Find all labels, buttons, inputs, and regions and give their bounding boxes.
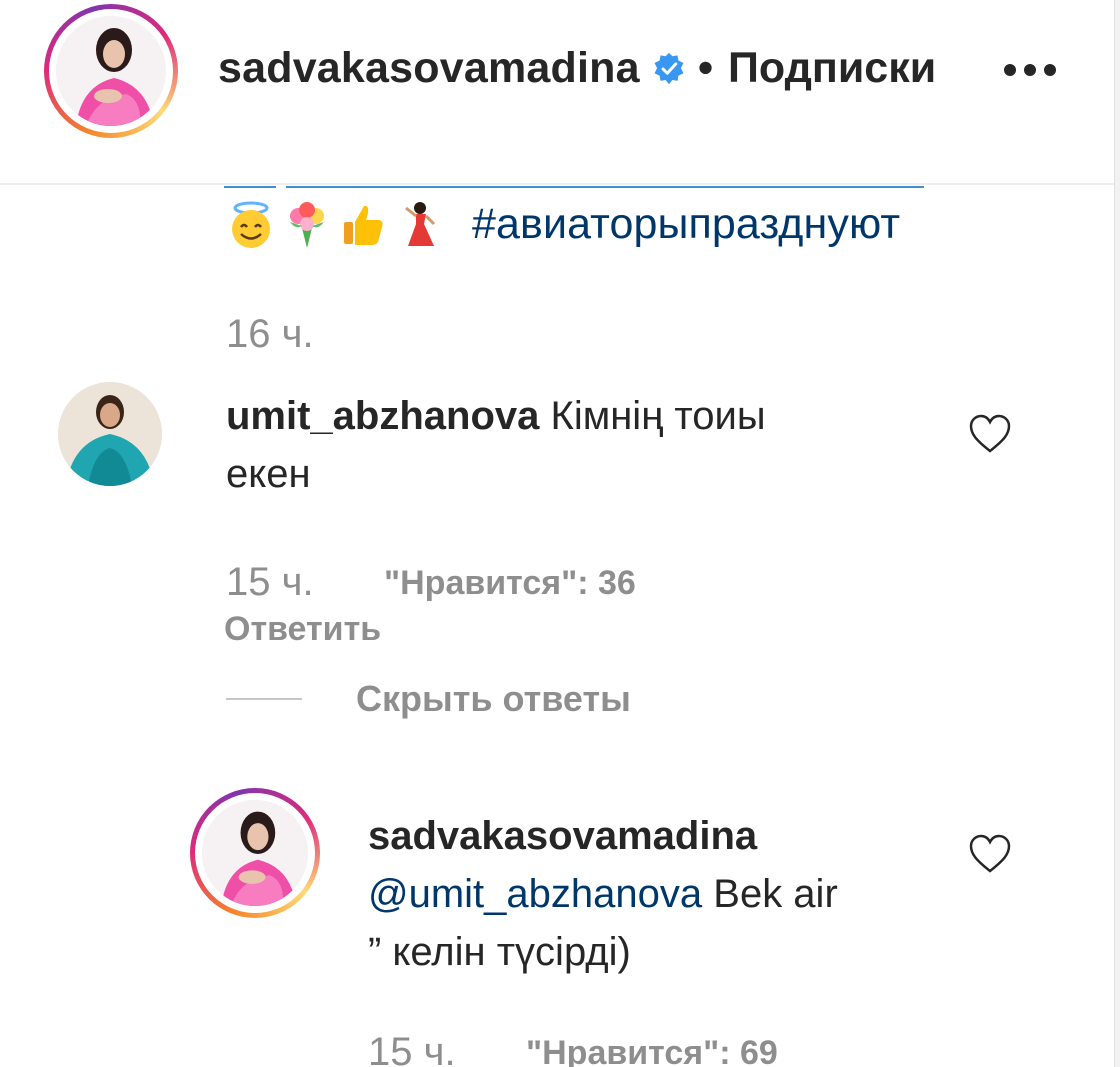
reply-likes-count[interactable]: "Нравится": 69 (526, 1034, 778, 1067)
reply-button[interactable]: Ответить (224, 610, 381, 649)
post-header: sadvakasovamadina • Подписки (0, 0, 1114, 140)
link-underline (286, 186, 924, 188)
avatar-photo (202, 800, 308, 906)
verified-badge-icon (654, 52, 684, 85)
header-divider (0, 183, 1114, 185)
smiling-face-with-halo-icon (232, 201, 270, 248)
link-underline (224, 186, 276, 188)
reply-mention-link[interactable]: @umit_abzhanova (368, 872, 702, 916)
comment-username[interactable]: umit_abzhanova (226, 394, 539, 438)
author-avatar[interactable] (44, 4, 178, 138)
avatar-photo (56, 16, 166, 126)
comment-likes-count[interactable]: "Нравится": 36 (384, 564, 636, 603)
caption-timestamp[interactable]: 16 ч. (226, 312, 314, 357)
author-username[interactable]: sadvakasovamadina (218, 44, 640, 93)
following-button[interactable]: Подписки (728, 44, 936, 93)
hide-replies-button[interactable]: Скрыть ответы (356, 678, 631, 720)
more-options-icon[interactable] (1000, 60, 1060, 80)
reply-text-line2: ” келін түсірді) (368, 930, 631, 974)
reply-author-avatar[interactable] (190, 788, 320, 918)
commenter-avatar[interactable] (58, 382, 162, 486)
avatar-photo (58, 382, 162, 486)
reply-text-line1: Bek air (713, 872, 838, 916)
bouquet-icon (290, 202, 324, 248)
caption-hashtag[interactable]: #авиаторыпразднуют (472, 200, 900, 249)
caption-emojis (226, 198, 444, 252)
window-edge (1114, 0, 1120, 1067)
like-heart-icon[interactable] (968, 834, 1012, 874)
comment-text-line2: екен (226, 452, 311, 496)
comment-body: umit_abzhanova Кімнің тоиы (226, 388, 766, 444)
separator-dot: • (698, 44, 714, 92)
reply-body-line1: @umit_abzhanova Bek air (368, 866, 838, 922)
comment-timestamp[interactable]: 15 ч. (226, 560, 314, 605)
reply-timestamp[interactable]: 15 ч. (368, 1030, 456, 1067)
thumbs-up-icon (344, 205, 383, 245)
reply-username[interactable]: sadvakasovamadina (368, 808, 757, 864)
replies-divider-line (226, 698, 302, 700)
comment-text-line1: Кімнің тоиы (550, 394, 766, 438)
like-heart-icon[interactable] (968, 414, 1012, 454)
woman-dancing-icon (405, 202, 436, 246)
